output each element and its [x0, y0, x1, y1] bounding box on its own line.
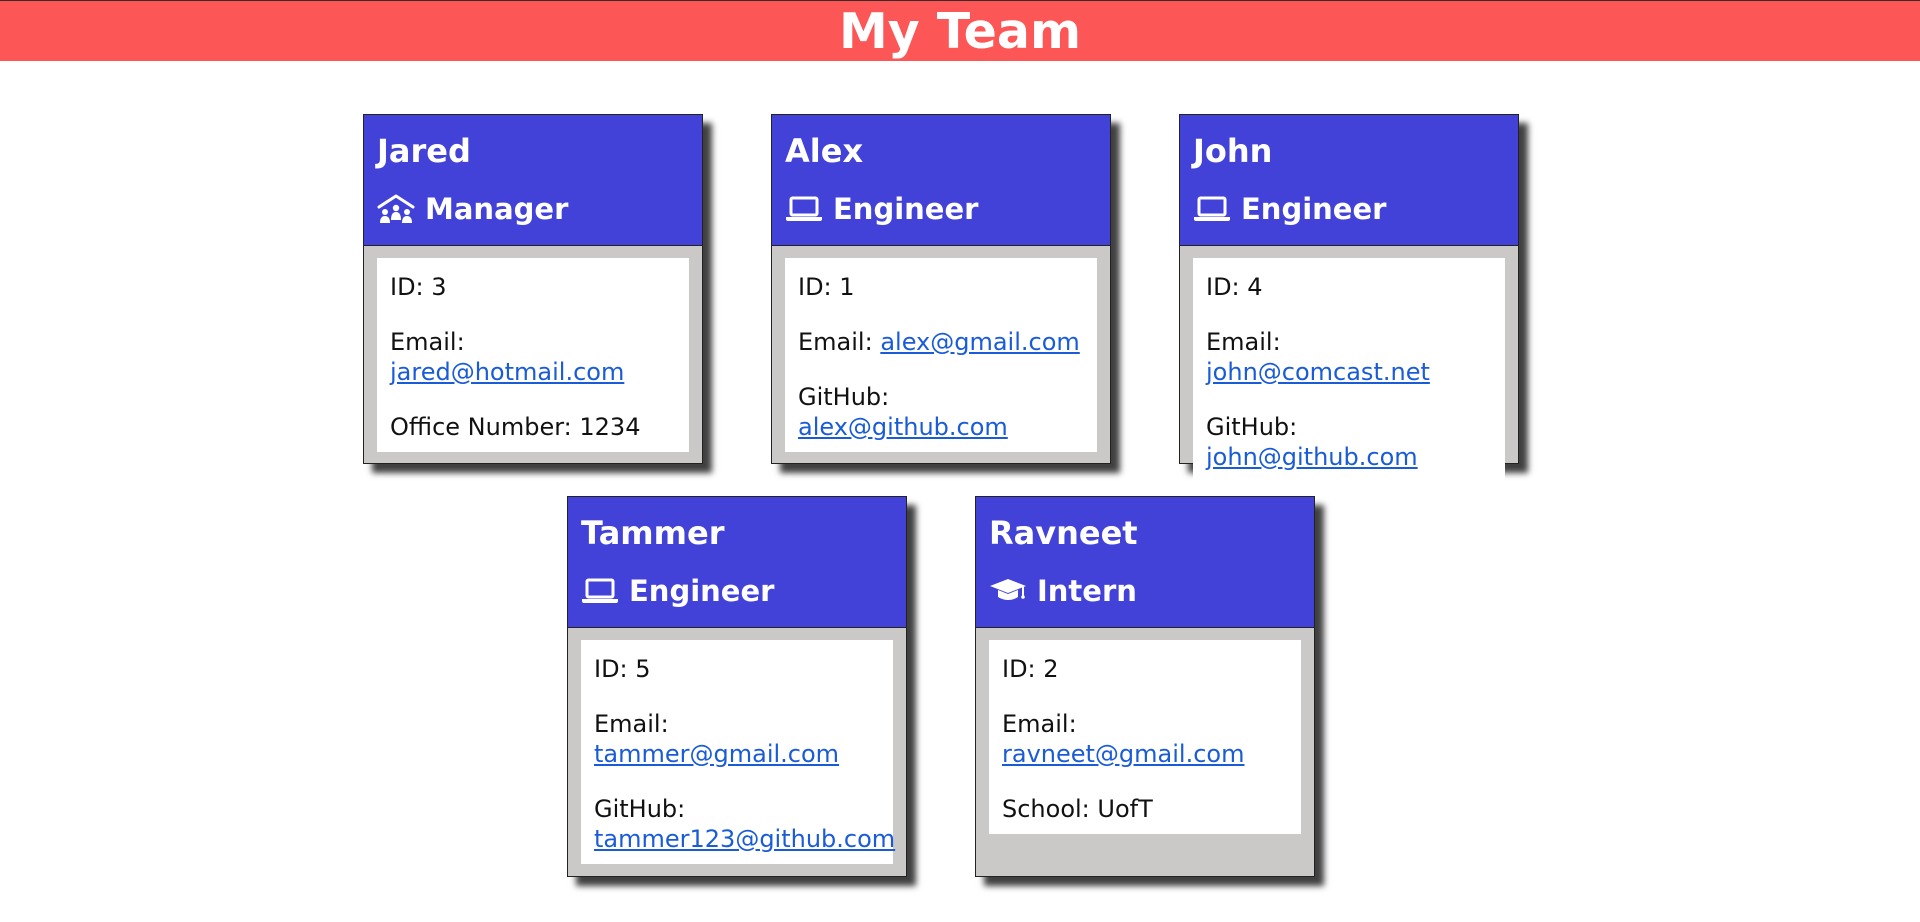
employee-role: Engineer [785, 189, 1110, 229]
employee-card-alex: Alex Engineer ID: 1 Email: alex@gmail.co… [771, 114, 1111, 464]
employee-role: Intern [989, 571, 1314, 611]
employee-role: Engineer [581, 571, 906, 611]
role-label: Intern [1037, 574, 1137, 608]
employee-name: Tammer [581, 514, 725, 552]
employee-id: ID: 2 [1002, 655, 1059, 683]
email-label: Email: [390, 328, 465, 356]
card-header: Jared Manager [364, 115, 702, 246]
graduation-cap-icon [989, 574, 1027, 608]
card-header: Ravneet Intern [976, 497, 1314, 628]
github-label: GitHub: [1206, 413, 1298, 441]
employee-card-tammer: Tammer Engineer ID: 5 Email: tammer@gmai… [567, 496, 907, 877]
people-roof-icon [377, 192, 415, 226]
employee-email-row: Email: jared@hotmail.com [390, 327, 677, 387]
github-label: GitHub: [798, 383, 890, 411]
email-link[interactable]: jared@hotmail.com [390, 358, 624, 386]
role-label: Engineer [1241, 192, 1387, 226]
page-title: My Team [838, 2, 1082, 60]
github-row: GitHub: alex@github.com [798, 382, 1085, 442]
email-label: Email: [1206, 328, 1281, 356]
employee-name: John [1193, 132, 1273, 170]
employee-email-row: Email: john@comcast.net [1206, 327, 1493, 387]
role-label: Engineer [629, 574, 775, 608]
employee-role: Manager [377, 189, 702, 229]
card-header: Tammer Engineer [568, 497, 906, 628]
email-link[interactable]: ravneet@gmail.com [1002, 740, 1244, 768]
employee-card-ravneet: Ravneet Intern ID: 2 Email: ravneet@gmai… [975, 496, 1315, 877]
card-details: ID: 5 Email: tammer@gmail.com GitHub: ta… [581, 640, 895, 864]
role-label: Engineer [833, 192, 979, 226]
school: School: UofT [1002, 795, 1153, 823]
employee-name: Alex [785, 132, 864, 170]
github-link[interactable]: alex@github.com [798, 413, 1008, 441]
email-label: Email: [798, 328, 873, 356]
office-number: Office Number: 1234 [390, 413, 641, 441]
role-label: Manager [425, 192, 569, 226]
github-row: GitHub: tammer123@github.com [594, 794, 895, 854]
employee-id: ID: 5 [594, 655, 651, 683]
employee-name: Jared [377, 132, 471, 170]
employee-card-jared: Jared Manager ID: 3 Email: jared@hotmail… [363, 114, 703, 464]
employee-name: Ravneet [989, 514, 1138, 552]
email-label: Email: [594, 710, 669, 738]
card-details: ID: 1 Email: alex@gmail.com GitHub: alex… [785, 258, 1097, 452]
email-link[interactable]: john@comcast.net [1206, 358, 1430, 386]
card-details: ID: 2 Email: ravneet@gmail.com School: U… [989, 640, 1301, 834]
employee-card-john: John Engineer ID: 4 Email: john@comcast.… [1179, 114, 1519, 482]
github-label: GitHub: [594, 795, 686, 823]
email-label: Email: [1002, 710, 1077, 738]
employee-email-row: Email: ravneet@gmail.com [1002, 709, 1289, 769]
card-details: ID: 4 Email: john@comcast.net GitHub: jo… [1193, 258, 1505, 482]
page-header: My Team [0, 0, 1920, 61]
employee-id: ID: 4 [1206, 273, 1263, 301]
card-header: Alex Engineer [772, 115, 1110, 246]
card-details: ID: 3 Email: jared@hotmail.com Office Nu… [377, 258, 689, 452]
employee-id: ID: 1 [798, 273, 855, 301]
employee-role: Engineer [1193, 189, 1518, 229]
employee-id: ID: 3 [390, 273, 447, 301]
card-header: John Engineer [1180, 115, 1518, 246]
email-link[interactable]: alex@gmail.com [880, 328, 1079, 356]
email-link[interactable]: tammer@gmail.com [594, 740, 839, 768]
github-link[interactable]: john@github.com [1206, 443, 1418, 471]
employee-email-row: Email: tammer@gmail.com [594, 709, 881, 769]
laptop-icon [785, 192, 823, 226]
github-link[interactable]: tammer123@github.com [594, 825, 895, 853]
github-row: GitHub: john@github.com [1206, 412, 1493, 472]
laptop-icon [581, 574, 619, 608]
laptop-icon [1193, 192, 1231, 226]
employee-email-row: Email: alex@gmail.com [798, 327, 1085, 357]
